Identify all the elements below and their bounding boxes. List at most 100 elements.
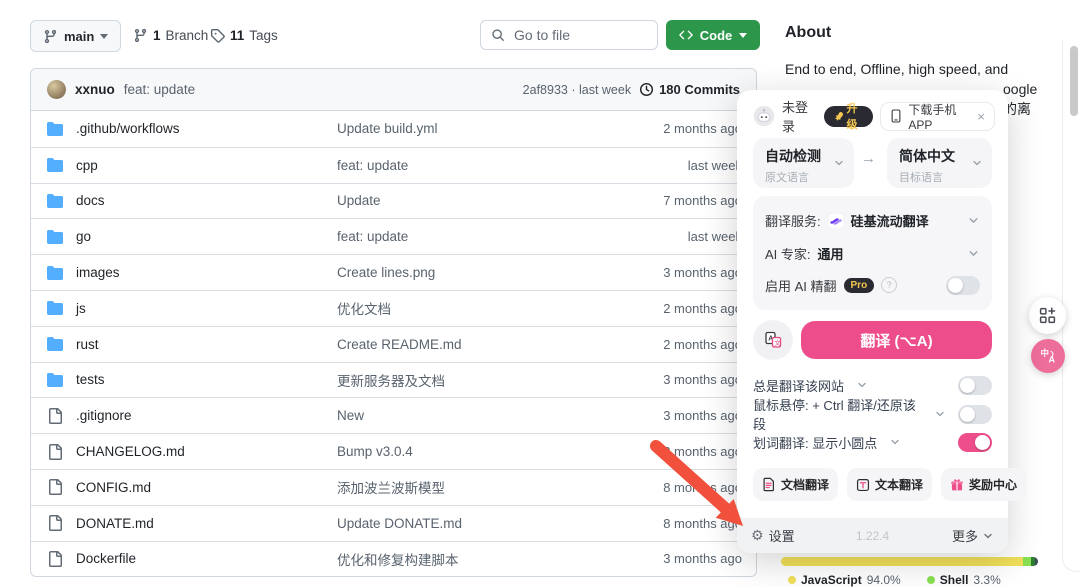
- file-icon: [47, 551, 63, 567]
- commit-message-link[interactable]: Create lines.png: [337, 265, 624, 280]
- tags-count: 11: [230, 28, 244, 43]
- language-legend: JavaScript 94.0% Shell 3.3%: [788, 573, 1001, 587]
- panel-edge-divider: [1062, 40, 1080, 572]
- file-name-link[interactable]: .gitignore: [76, 408, 132, 423]
- translate-button[interactable]: 翻译 (⌥A): [801, 321, 992, 359]
- file-name-link[interactable]: .github/workflows: [76, 121, 180, 136]
- commit-message-link[interactable]: Create README.md: [337, 337, 624, 352]
- table-row[interactable]: CONFIG.md 添加波兰波斯模型 8 months ago: [31, 469, 756, 505]
- table-row[interactable]: go feat: update last week: [31, 218, 756, 254]
- file-name-link[interactable]: cpp: [76, 158, 98, 173]
- help-icon[interactable]: ?: [881, 277, 897, 293]
- author-avatar[interactable]: [47, 80, 66, 99]
- table-row[interactable]: CHANGELOG.md Bump v3.0.4 2 months ago: [31, 433, 756, 469]
- folder-icon: [47, 157, 63, 173]
- commit-message-link[interactable]: feat: update: [337, 158, 624, 173]
- language-name: JavaScript: [801, 573, 862, 587]
- branches-link[interactable]: 1 Branch: [133, 20, 208, 50]
- file-name-link[interactable]: DONATE.md: [76, 516, 154, 531]
- login-status[interactable]: 未登录: [782, 97, 817, 135]
- branch-selector-button[interactable]: main: [30, 20, 121, 52]
- latest-commit-bar[interactable]: xxnuo feat: update 2af8933 · last week 1…: [31, 69, 756, 111]
- file-name-link[interactable]: CONFIG.md: [76, 480, 151, 495]
- language-legend-item[interactable]: JavaScript 94.0%: [788, 573, 901, 587]
- commit-message-link[interactable]: 添加波兰波斯模型: [337, 477, 624, 497]
- commit-author[interactable]: xxnuo: [75, 82, 115, 97]
- rewards-center-button[interactable]: 奖励中心: [941, 468, 1026, 501]
- file-name-link[interactable]: CHANGELOG.md: [76, 444, 185, 459]
- mascot-avatar-icon[interactable]: [753, 105, 775, 127]
- search-input[interactable]: [512, 26, 636, 44]
- table-row[interactable]: js 优化文档 2 months ago: [31, 290, 756, 326]
- commit-message-link[interactable]: 更新服务器及文档: [337, 370, 624, 390]
- hover-translate-toggle[interactable]: [958, 405, 992, 424]
- table-row[interactable]: .github/workflows Update build.yml 2 mon…: [31, 111, 756, 147]
- chevron-down-icon: [971, 157, 983, 169]
- mini-apps-floating-button[interactable]: [1029, 297, 1066, 334]
- chevron-down-icon[interactable]: [934, 408, 946, 420]
- page-translate-mode-button[interactable]: A文: [753, 320, 793, 360]
- language-bar-segment: [1023, 557, 1031, 566]
- target-language-value: 简体中文: [899, 146, 980, 166]
- commit-message[interactable]: feat: update: [124, 82, 195, 97]
- chevron-down-icon[interactable]: [889, 436, 901, 448]
- word-selection-translate-row: 划词翻译: 显示小圆点: [753, 431, 992, 453]
- text-translate-button[interactable]: 文本翻译: [847, 468, 932, 501]
- chevron-down-icon[interactable]: [856, 379, 868, 391]
- close-icon[interactable]: ×: [977, 109, 985, 124]
- table-row[interactable]: docs Update 7 months ago: [31, 183, 756, 219]
- commit-message-link[interactable]: 优化和修复构建脚本: [337, 549, 624, 569]
- go-to-file-search[interactable]: [480, 20, 658, 50]
- table-row[interactable]: rust Create README.md 2 months ago: [31, 326, 756, 362]
- language-legend-item[interactable]: Shell 3.3%: [927, 573, 1001, 587]
- search-icon: [491, 28, 505, 42]
- document-translate-button[interactable]: 文档翻译: [753, 468, 838, 501]
- commit-sha-time[interactable]: 2af8933 · last week: [523, 83, 631, 97]
- folder-icon: [47, 121, 63, 137]
- git-branch-icon: [133, 28, 148, 43]
- table-row[interactable]: tests 更新服务器及文档 3 months ago: [31, 362, 756, 398]
- table-row[interactable]: Dockerfile 优化和修复构建脚本 3 months ago: [31, 541, 756, 577]
- scrollbar-thumb[interactable]: [1070, 46, 1078, 116]
- commits-history-link[interactable]: 180 Commits: [639, 82, 740, 97]
- service-value: 硅基流动翻译: [851, 211, 929, 230]
- download-app-label: 下载手机 APP: [908, 101, 971, 132]
- commit-date: 2 months ago: [624, 121, 742, 136]
- download-app-banner[interactable]: 下载手机 APP ×: [880, 102, 995, 131]
- commit-message-link[interactable]: Update build.yml: [337, 121, 624, 136]
- commit-message-link[interactable]: Bump v3.0.4: [337, 444, 624, 459]
- file-name-link[interactable]: docs: [76, 193, 105, 208]
- code-button[interactable]: Code: [666, 20, 760, 50]
- source-language-select[interactable]: 自动检测 原文语言: [753, 138, 854, 188]
- file-name-link[interactable]: tests: [76, 372, 105, 387]
- folder-icon: [47, 229, 63, 245]
- commit-message-link[interactable]: feat: update: [337, 229, 624, 244]
- file-name-link[interactable]: Dockerfile: [76, 551, 136, 566]
- commit-message-link[interactable]: 优化文档: [337, 298, 624, 318]
- popup-footer: ⚙ 设置 1.22.4 更多: [737, 518, 1008, 553]
- rocket-icon: [833, 111, 844, 122]
- table-row[interactable]: images Create lines.png 3 months ago: [31, 254, 756, 290]
- file-name-link[interactable]: rust: [76, 337, 99, 352]
- ai-expert-select[interactable]: AI 专家: 通用: [765, 244, 980, 263]
- folder-icon: [47, 193, 63, 209]
- commit-message-link[interactable]: Update DONATE.md: [337, 516, 624, 531]
- table-row[interactable]: DONATE.md Update DONATE.md 8 months ago: [31, 505, 756, 541]
- upgrade-button[interactable]: 升级: [824, 106, 874, 127]
- target-language-select[interactable]: 简体中文 目标语言: [887, 138, 992, 188]
- file-name-link[interactable]: js: [76, 301, 86, 316]
- table-row[interactable]: .gitignore New 3 months ago: [31, 397, 756, 433]
- ai-refine-toggle[interactable]: [946, 276, 980, 295]
- commit-message-link[interactable]: New: [337, 408, 624, 423]
- table-row[interactable]: cpp feat: update last week: [31, 147, 756, 183]
- translation-service-select[interactable]: 翻译服务: 硅基流动翻译: [765, 211, 980, 230]
- file-name-link[interactable]: images: [76, 265, 120, 280]
- translate-floating-button[interactable]: 中A: [1031, 339, 1065, 373]
- commit-message-link[interactable]: Update: [337, 193, 624, 208]
- tags-link[interactable]: 11 Tags: [210, 20, 278, 50]
- word-selection-toggle[interactable]: [958, 433, 992, 452]
- always-translate-toggle[interactable]: [958, 376, 992, 395]
- file-name-link[interactable]: go: [76, 229, 91, 244]
- more-button[interactable]: 更多: [952, 526, 994, 545]
- translate-button-label: 翻译 (⌥A): [860, 330, 932, 351]
